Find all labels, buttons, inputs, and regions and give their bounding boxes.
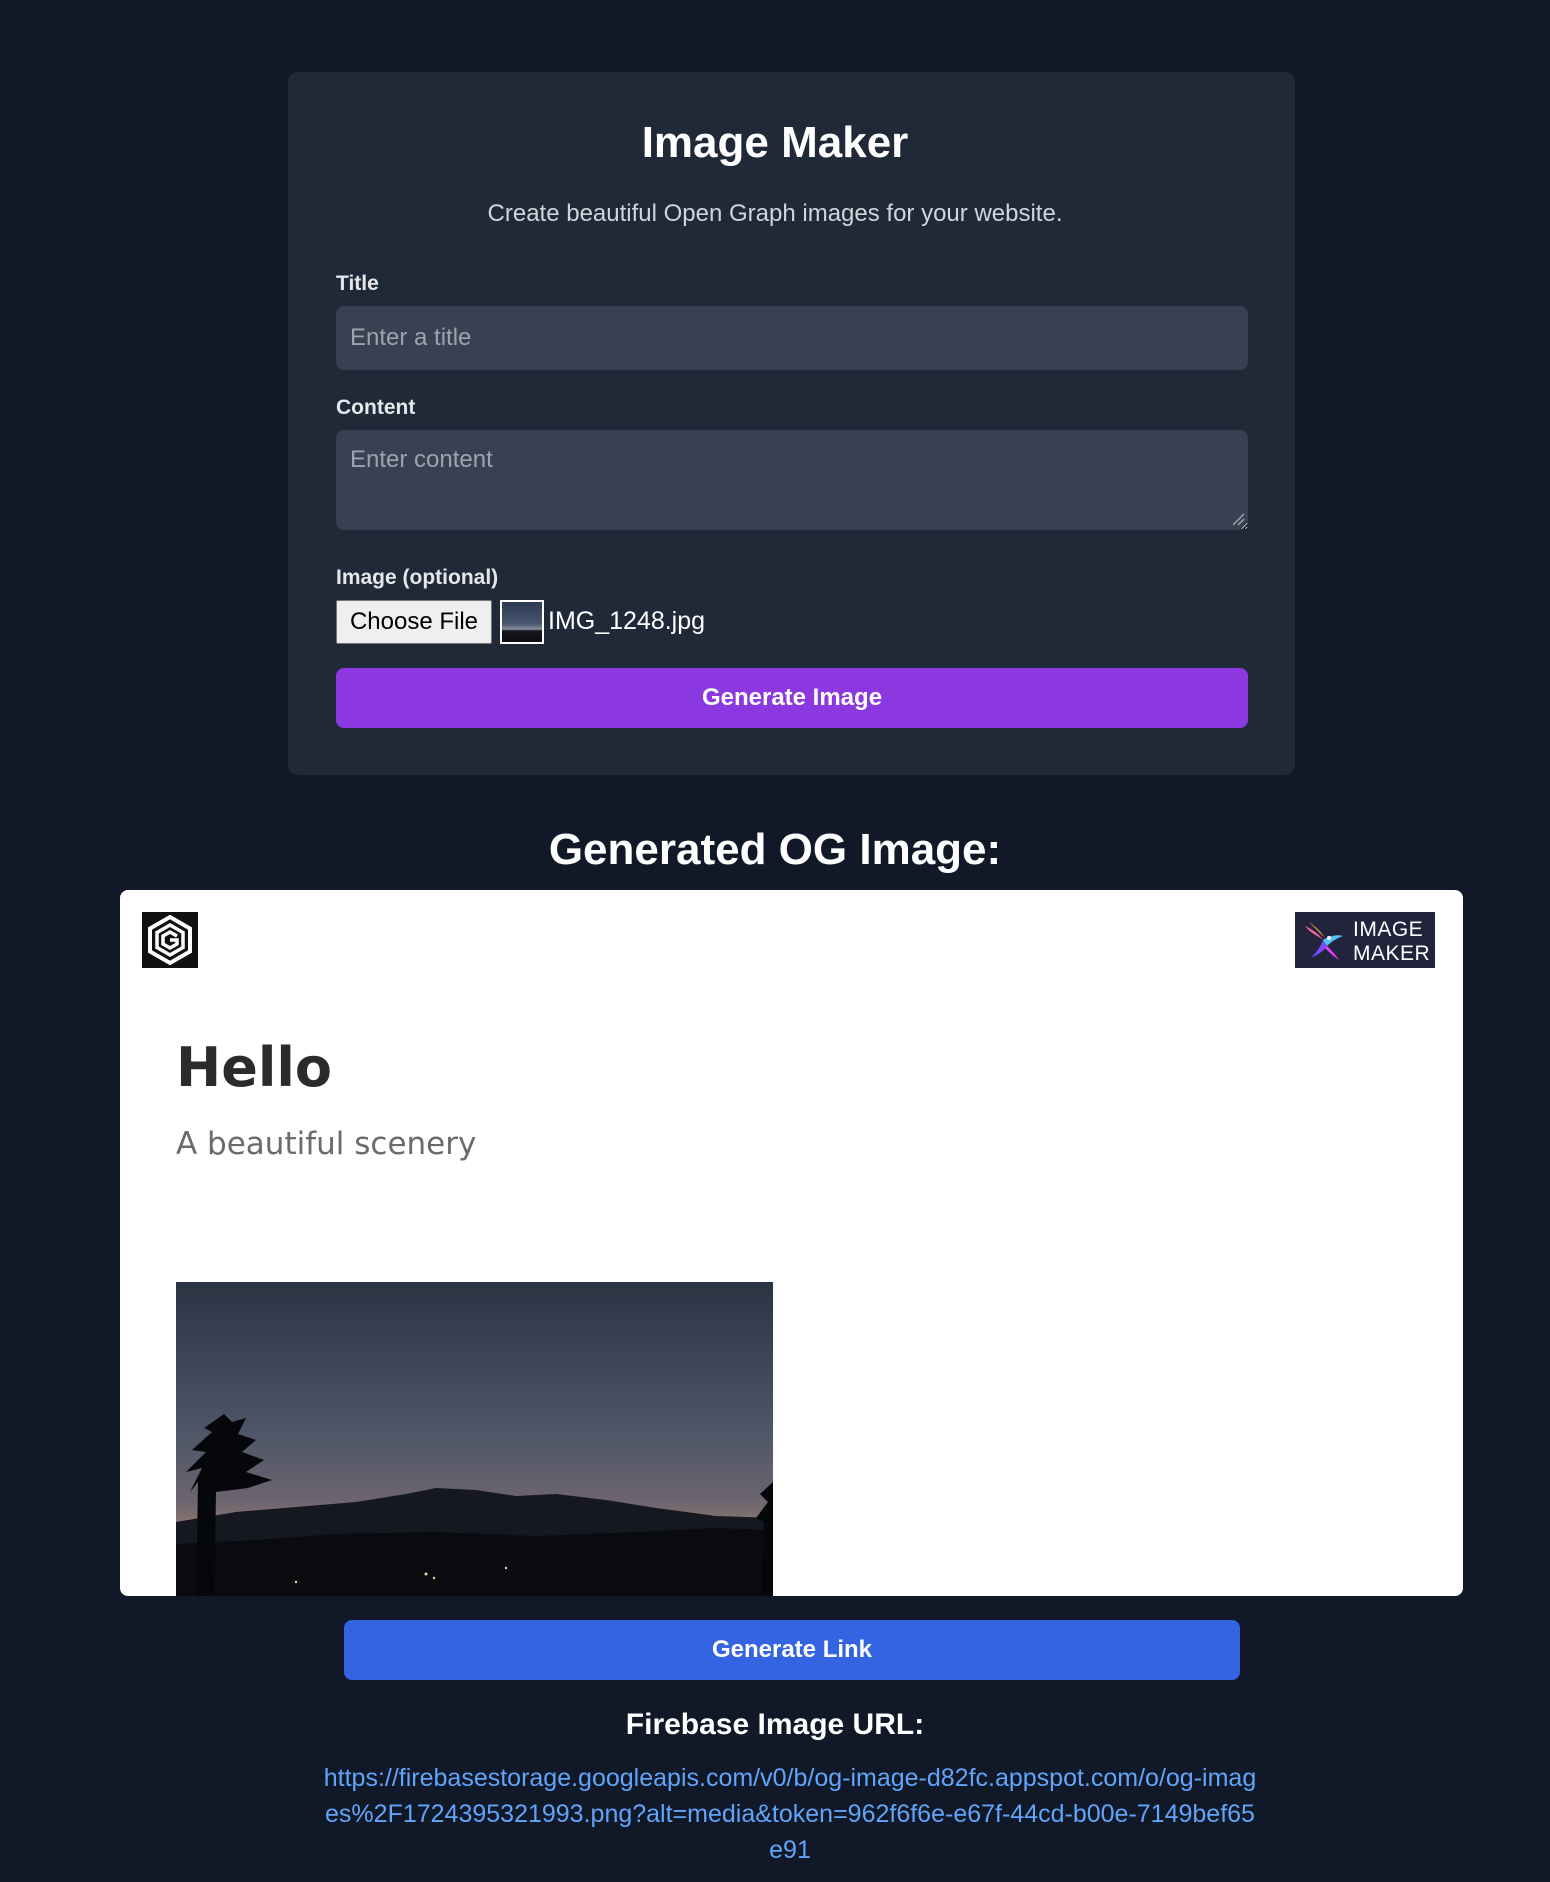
resize-grip-icon[interactable] — [1231, 512, 1245, 526]
og-image-preview: IMAGE MAKER Hello A beautiful scenery — [120, 890, 1463, 1596]
app-subtitle: Create beautiful Open Graph images for y… — [487, 200, 1063, 227]
selected-file-name: IMG_1248.jpg — [548, 607, 706, 635]
generate-image-button[interactable]: Generate Image — [336, 668, 1248, 728]
firebase-url-heading: Firebase Image URL: — [625, 1708, 925, 1741]
hexagon-g-logo-icon — [142, 912, 198, 968]
choose-file-button[interactable]: Choose File — [336, 600, 492, 644]
brand-logo-text: IMAGE MAKER — [1353, 918, 1431, 965]
page: Image Maker Create beautiful Open Graph … — [0, 0, 1550, 1882]
result-heading: Generated OG Image: — [548, 825, 1002, 874]
generate-link-button[interactable]: Generate Link — [344, 1620, 1240, 1680]
file-thumbnail — [500, 600, 544, 644]
image-label: Image (optional) — [336, 566, 499, 589]
content-label: Content — [336, 396, 416, 419]
og-title: Hello — [176, 1036, 332, 1099]
title-label: Title — [336, 272, 379, 295]
image-maker-brand-logo: IMAGE MAKER — [1295, 912, 1435, 968]
title-input[interactable] — [336, 306, 1248, 370]
scenery-photo — [176, 1282, 773, 1596]
firebase-image-url-link[interactable]: https://firebasestorage.googleapis.com/v… — [320, 1760, 1260, 1868]
content-textarea[interactable] — [336, 430, 1248, 530]
app-title: Image Maker — [641, 118, 909, 167]
hummingbird-logo-icon — [1305, 922, 1343, 960]
og-subtitle: A beautiful scenery — [176, 1126, 477, 1162]
